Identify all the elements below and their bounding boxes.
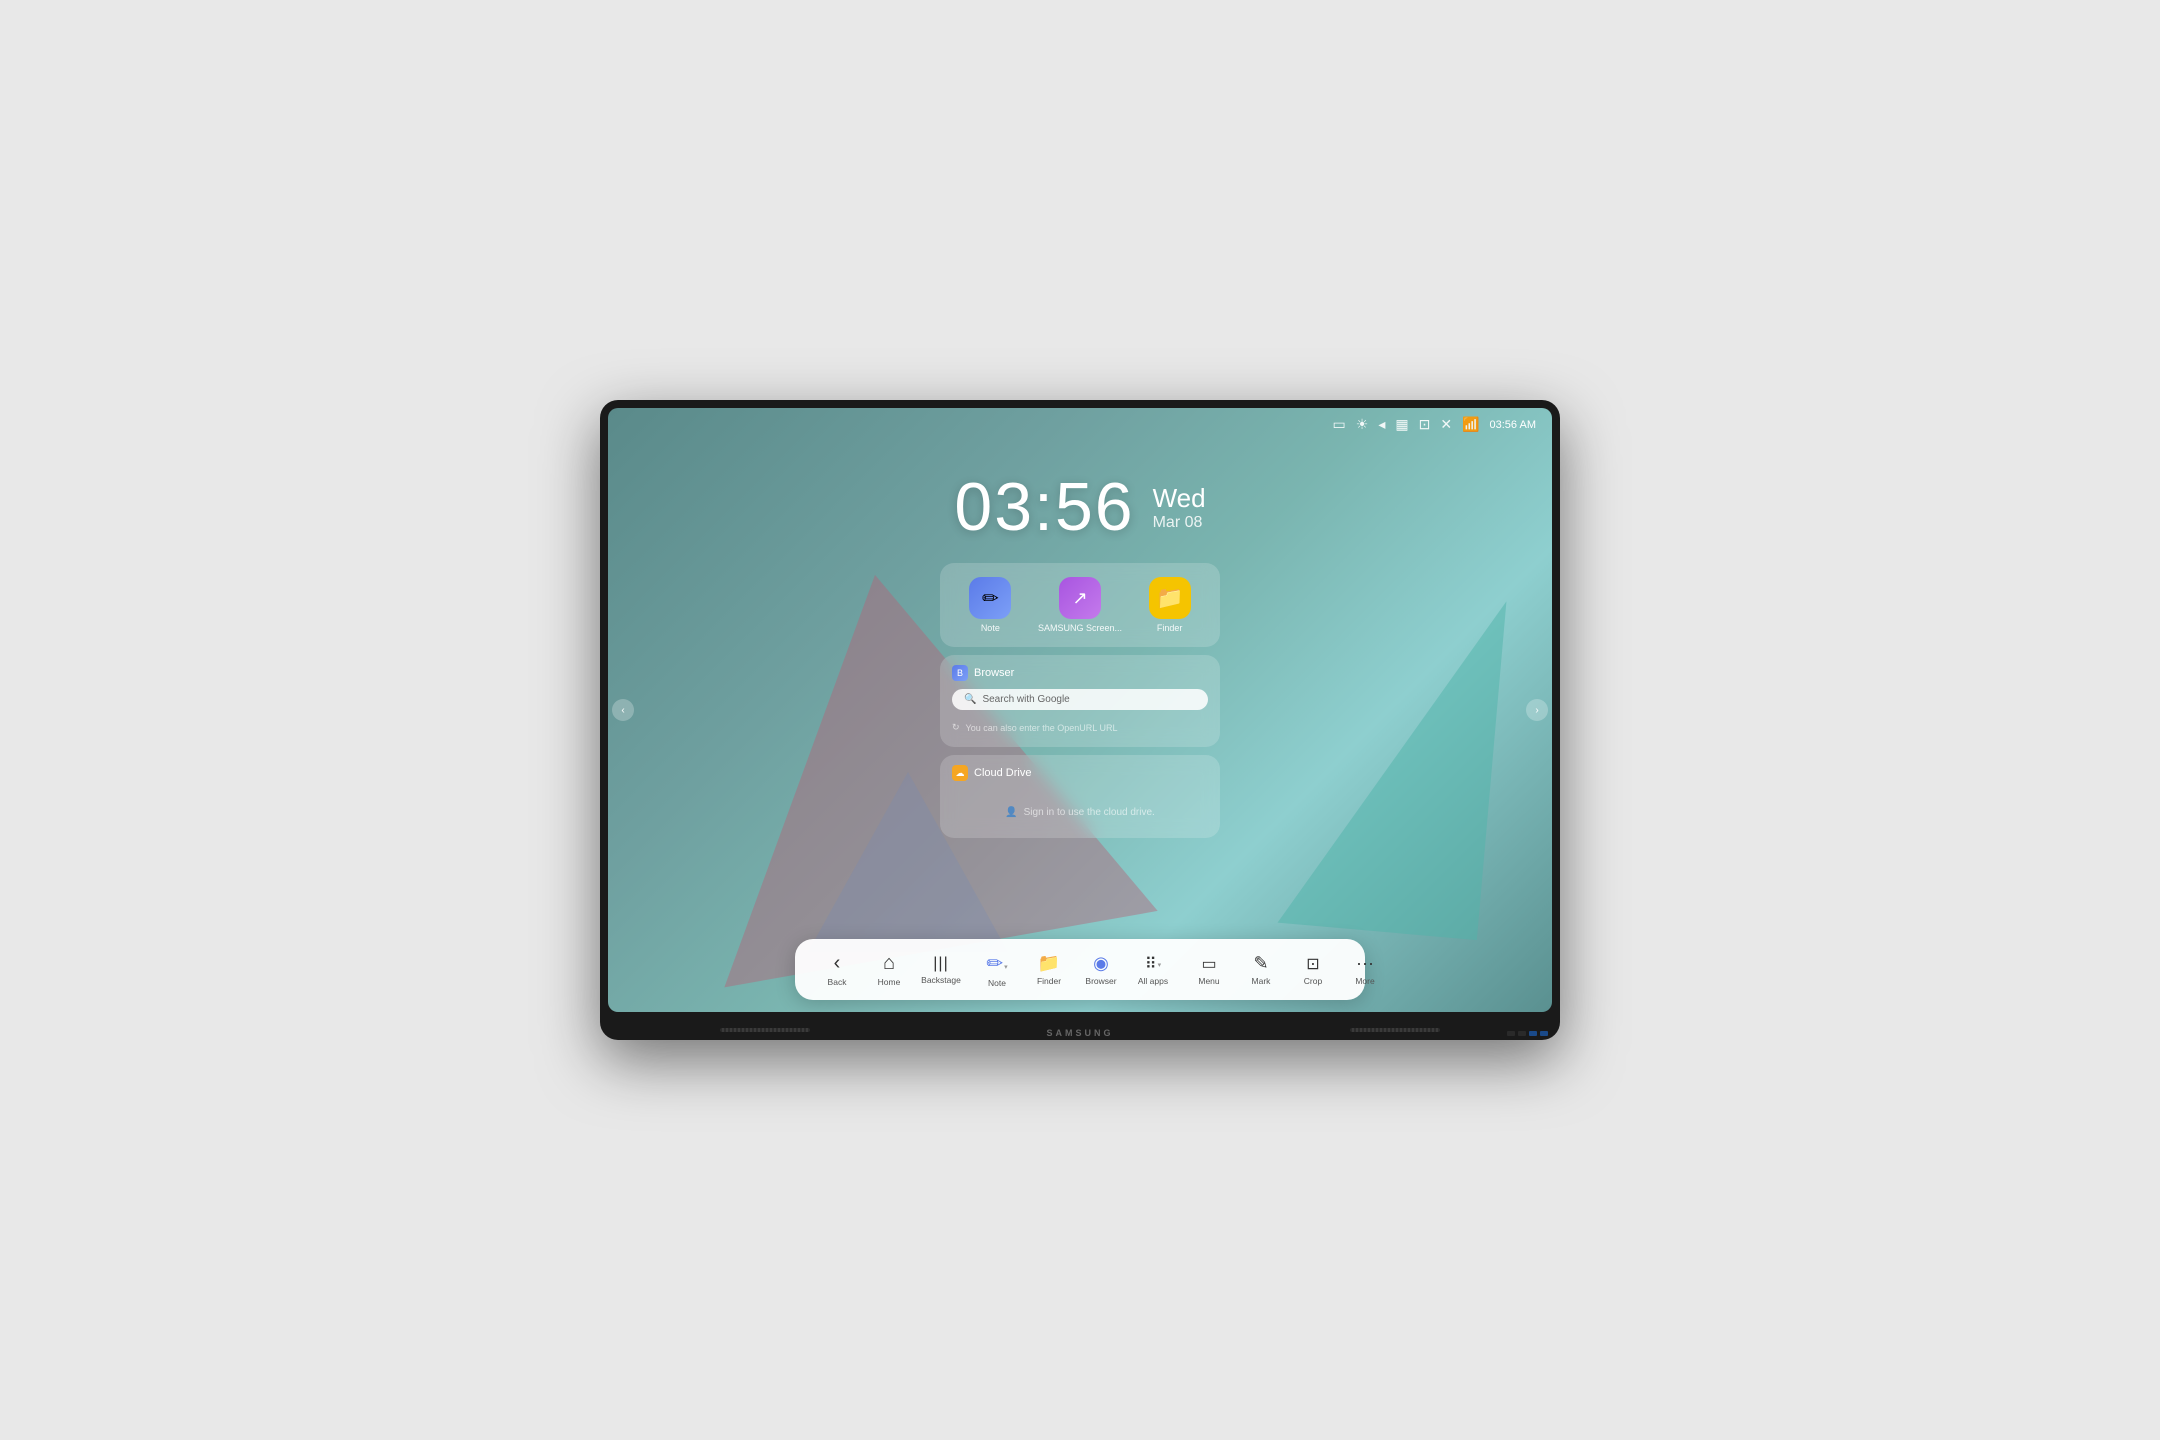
taskbar-mark[interactable]: ✎ Mark <box>1235 949 1287 990</box>
back-icon: ‹ <box>834 952 841 975</box>
taskbar-note[interactable]: ✏ ▾ Note <box>971 947 1023 992</box>
menu-icon: ▭ <box>1201 954 1216 974</box>
speaker-left <box>720 1028 810 1032</box>
taskbar-backstage-label: Backstage <box>921 975 961 985</box>
allapps-icon: ⠿ <box>1145 954 1157 974</box>
browser-widget-icon: B <box>952 665 968 681</box>
taskbar-more[interactable]: ··· More <box>1339 949 1391 990</box>
taskbar-menu[interactable]: ▭ Menu <box>1183 950 1235 990</box>
cloud-drive-icon: ☁ <box>952 765 968 781</box>
clock-time: 03:56 <box>954 468 1134 546</box>
sidebar-left-arrow[interactable]: ‹ <box>612 699 634 721</box>
widget-apps: ✏ Note ↗ SAMSUNG Screen... 📁 Finder <box>940 563 1220 647</box>
app-icon-samsung-screen: ↗ <box>1059 577 1101 619</box>
browser-search-bar[interactable]: 🔍 Search with Google <box>952 689 1208 710</box>
bg-shape-2 <box>1278 584 1507 940</box>
volume-icon: ◂ <box>1378 416 1385 433</box>
cloud-drive-title: Cloud Drive <box>974 767 1031 779</box>
network-block-icon: ✕ <box>1440 416 1452 433</box>
cloud-header: ☁ Cloud Drive <box>952 765 1208 781</box>
taskbar-finder[interactable]: 📁 Finder <box>1023 949 1075 990</box>
app-label-note: Note <box>981 623 1000 633</box>
browser-footer-text: You can also enter the OpenURL URL <box>966 723 1118 733</box>
app-icon-note: ✏ <box>969 577 1011 619</box>
taskbar-more-label: More <box>1355 976 1374 986</box>
tv-screen: ▭ ☀ ◂ ▦ ⊡ ✕ 📶 03:56 AM 03:56 Wed Mar 08 … <box>608 408 1552 1012</box>
allapps-dropdown-arrow: ▾ <box>1158 961 1162 969</box>
clock-date: Mar 08 <box>1153 514 1203 532</box>
app-samsung-screen[interactable]: ↗ SAMSUNG Screen... <box>1038 577 1122 633</box>
crop-icon: ⊡ <box>1306 954 1319 974</box>
search-placeholder: Search with Google <box>982 694 1069 705</box>
taskbar-browser-label: Browser <box>1085 976 1116 986</box>
finder-icon: 📁 <box>1038 953 1060 974</box>
taskbar-browser[interactable]: ◉ Browser <box>1075 949 1127 990</box>
clock-date-area: Wed Mar 08 <box>1153 483 1206 532</box>
taskbar: ‹ Back ⌂ Home ||| Backstage ✏ ▾ Note <box>795 939 1365 1000</box>
browser-icon: ◉ <box>1093 953 1109 974</box>
taskbar-crop[interactable]: ⊡ Crop <box>1287 950 1339 990</box>
app-note[interactable]: ✏ Note <box>969 577 1011 633</box>
cloud-person-icon: 👤 <box>1005 807 1017 818</box>
app-icon-finder: 📁 <box>1149 577 1191 619</box>
input-icon: ▦ <box>1395 416 1408 433</box>
taskbar-note-label: Note <box>988 978 1006 988</box>
note-icon: ✏ <box>986 951 1003 976</box>
screen-share-icon: ⊡ <box>1419 416 1431 433</box>
taskbar-home-label: Home <box>878 977 901 987</box>
browser-widget-header: B Browser <box>952 665 1208 681</box>
clock-day: Wed <box>1153 483 1206 514</box>
mark-icon: ✎ <box>1253 953 1268 974</box>
taskbar-back-label: Back <box>828 977 847 987</box>
cloud-signin-text: Sign in to use the cloud drive. <box>1024 807 1155 818</box>
browser-footer-icon: ↻ <box>952 722 960 733</box>
port-1 <box>1507 1031 1515 1036</box>
taskbar-back[interactable]: ‹ Back <box>811 948 863 991</box>
status-time: 03:56 AM <box>1490 419 1536 431</box>
taskbar-home[interactable]: ⌂ Home <box>863 948 915 991</box>
taskbar-finder-label: Finder <box>1037 976 1061 986</box>
app-label-samsung-screen: SAMSUNG Screen... <box>1038 623 1122 633</box>
usb-port-1 <box>1529 1031 1537 1036</box>
sidebar-right-arrow[interactable]: › <box>1526 699 1548 721</box>
taskbar-backstage[interactable]: ||| Backstage <box>915 951 967 989</box>
status-bar: ▭ ☀ ◂ ▦ ⊡ ✕ 📶 03:56 AM <box>1317 408 1552 441</box>
taskbar-mark-label: Mark <box>1252 976 1271 986</box>
brightness-icon: ☀ <box>1356 416 1369 433</box>
speaker-right <box>1350 1028 1440 1032</box>
wifi-icon: 📶 <box>1462 416 1479 433</box>
widgets-container: ✏ Note ↗ SAMSUNG Screen... 📁 Finder B Br… <box>940 563 1220 838</box>
usb-port-2 <box>1540 1031 1548 1036</box>
app-finder[interactable]: 📁 Finder <box>1149 577 1191 633</box>
app-label-finder: Finder <box>1157 623 1183 633</box>
tv-frame: ▭ ☀ ◂ ▦ ⊡ ✕ 📶 03:56 AM 03:56 Wed Mar 08 … <box>600 400 1560 1040</box>
more-icon: ··· <box>1356 953 1374 974</box>
browser-footer: ↻ You can also enter the OpenURL URL <box>952 718 1208 737</box>
widget-browser: B Browser 🔍 Search with Google ↻ You can… <box>940 655 1220 747</box>
home-icon: ⌂ <box>883 952 895 975</box>
caption-icon: ▭ <box>1333 416 1346 433</box>
cloud-signin-area[interactable]: 👤 Sign in to use the cloud drive. <box>952 797 1208 828</box>
widget-cloud: ☁ Cloud Drive 👤 Sign in to use the cloud… <box>940 755 1220 838</box>
samsung-brand-label: SAMSUNG <box>1046 1028 1113 1038</box>
taskbar-allapps-label: All apps <box>1138 976 1168 986</box>
taskbar-allapps[interactable]: ⠿ ▾ All apps <box>1127 950 1179 990</box>
port-2 <box>1518 1031 1526 1036</box>
note-dropdown-arrow: ▾ <box>1004 963 1008 971</box>
clock-area: 03:56 Wed Mar 08 <box>954 468 1205 546</box>
taskbar-menu-label: Menu <box>1198 976 1219 986</box>
ports-area <box>1507 1031 1548 1036</box>
browser-widget-title: Browser <box>974 667 1014 679</box>
search-icon: 🔍 <box>964 694 976 705</box>
backstage-icon: ||| <box>933 955 948 973</box>
taskbar-crop-label: Crop <box>1304 976 1322 986</box>
